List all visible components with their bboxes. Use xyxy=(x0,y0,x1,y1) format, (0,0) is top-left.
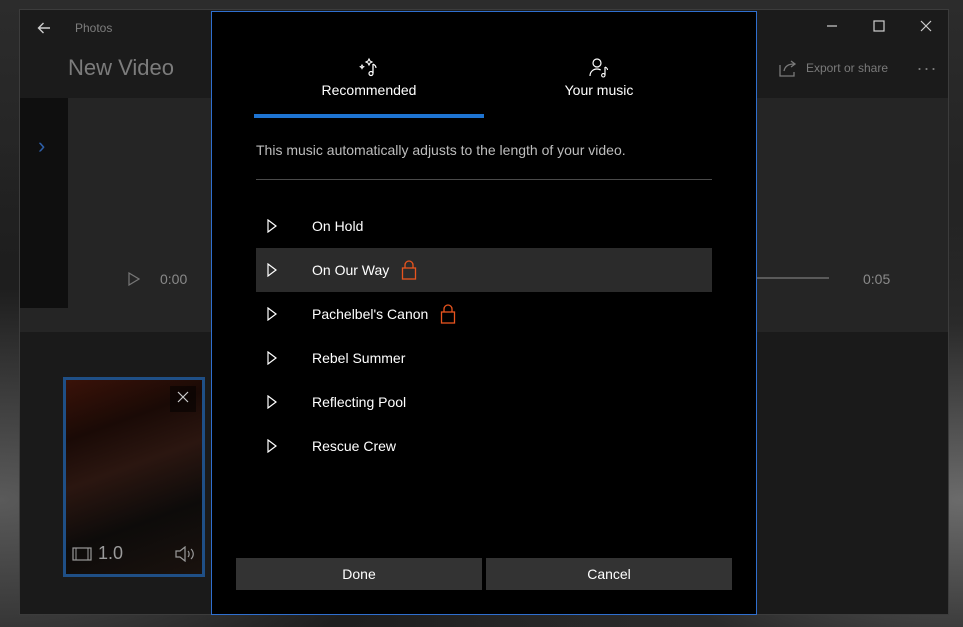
storyboard-clip[interactable]: 1.0 xyxy=(63,377,205,577)
list-item[interactable]: Reflecting Pool xyxy=(256,380,712,424)
play-icon xyxy=(267,395,277,409)
tab-recommended-label: Recommended xyxy=(321,82,417,98)
film-icon xyxy=(72,546,92,561)
video-title[interactable]: New Video xyxy=(68,55,174,81)
seek-bar[interactable] xyxy=(756,277,829,279)
cancel-button[interactable]: Cancel xyxy=(486,558,732,590)
track-name: On Our Way xyxy=(312,262,390,278)
play-icon xyxy=(267,439,277,453)
play-track-button[interactable] xyxy=(256,204,300,248)
play-icon xyxy=(267,263,277,277)
more-options-button[interactable]: ... xyxy=(917,54,938,75)
remove-clip-button[interactable] xyxy=(170,386,196,412)
list-item[interactable]: Pachelbel's Canon xyxy=(256,292,712,336)
volume-icon[interactable] xyxy=(174,545,196,562)
list-item[interactable]: On Our Way xyxy=(256,248,712,292)
play-icon xyxy=(267,219,277,233)
play-track-button[interactable] xyxy=(256,424,300,468)
dialog-description: This music automatically adjusts to the … xyxy=(256,142,626,158)
maximize-button[interactable] xyxy=(867,16,891,40)
play-icon xyxy=(267,351,277,365)
play-icon[interactable] xyxy=(128,272,140,286)
tab-your-music-label: Your music xyxy=(564,82,634,98)
current-time: 0:00 xyxy=(160,271,188,287)
list-item[interactable]: Rescue Crew xyxy=(256,424,712,468)
clip-footer: 1.0 xyxy=(72,543,196,564)
lock-icon xyxy=(401,260,417,280)
close-icon xyxy=(177,391,189,403)
clip-duration: 1.0 xyxy=(98,543,124,563)
track-name: On Hold xyxy=(312,218,364,234)
play-track-button[interactable] xyxy=(256,480,300,488)
share-icon xyxy=(779,60,797,77)
minimize-icon xyxy=(827,25,837,27)
play-track-button[interactable] xyxy=(256,292,300,336)
tab-your-music[interactable]: Your music xyxy=(484,56,714,98)
back-button[interactable] xyxy=(34,18,54,38)
track-name: Rebel Summer xyxy=(312,350,406,366)
divider xyxy=(256,179,712,180)
minimize-button[interactable] xyxy=(820,16,844,40)
list-item[interactable]: On Hold xyxy=(256,204,712,248)
export-or-share-button[interactable]: Export or share xyxy=(778,59,888,77)
done-button[interactable]: Done xyxy=(236,558,482,590)
list-item[interactable]: Rebel Summer xyxy=(256,336,712,380)
close-icon xyxy=(920,20,932,32)
track-name: Rescue Crew xyxy=(312,438,397,454)
play-icon xyxy=(267,307,277,321)
music-picker-dialog: Recommended Your music This music automa… xyxy=(211,11,757,615)
back-arrow-icon xyxy=(37,22,50,34)
play-track-button[interactable] xyxy=(256,336,300,380)
user-music-icon xyxy=(589,58,609,78)
chevron-right-icon[interactable]: › xyxy=(38,133,45,159)
tab-recommended[interactable]: Recommended xyxy=(254,56,484,98)
music-track-list: On Hold On Our Way Pachelbel's Canon Reb… xyxy=(256,204,712,488)
total-time: 0:05 xyxy=(863,271,891,287)
track-name: Reflecting Pool xyxy=(312,394,407,410)
lock-icon xyxy=(440,304,456,324)
magic-music-icon xyxy=(359,57,377,77)
track-name: Pachelbel's Canon xyxy=(312,306,429,322)
play-track-button[interactable] xyxy=(256,380,300,424)
selected-tab-indicator xyxy=(254,114,484,118)
close-window-button[interactable] xyxy=(914,16,938,40)
app-title: Photos xyxy=(75,21,113,35)
list-item[interactable] xyxy=(256,468,712,488)
play-track-button[interactable] xyxy=(256,248,300,292)
export-label: Export or share xyxy=(805,61,888,75)
maximize-icon xyxy=(873,20,885,32)
preview-frame: › xyxy=(20,98,68,308)
